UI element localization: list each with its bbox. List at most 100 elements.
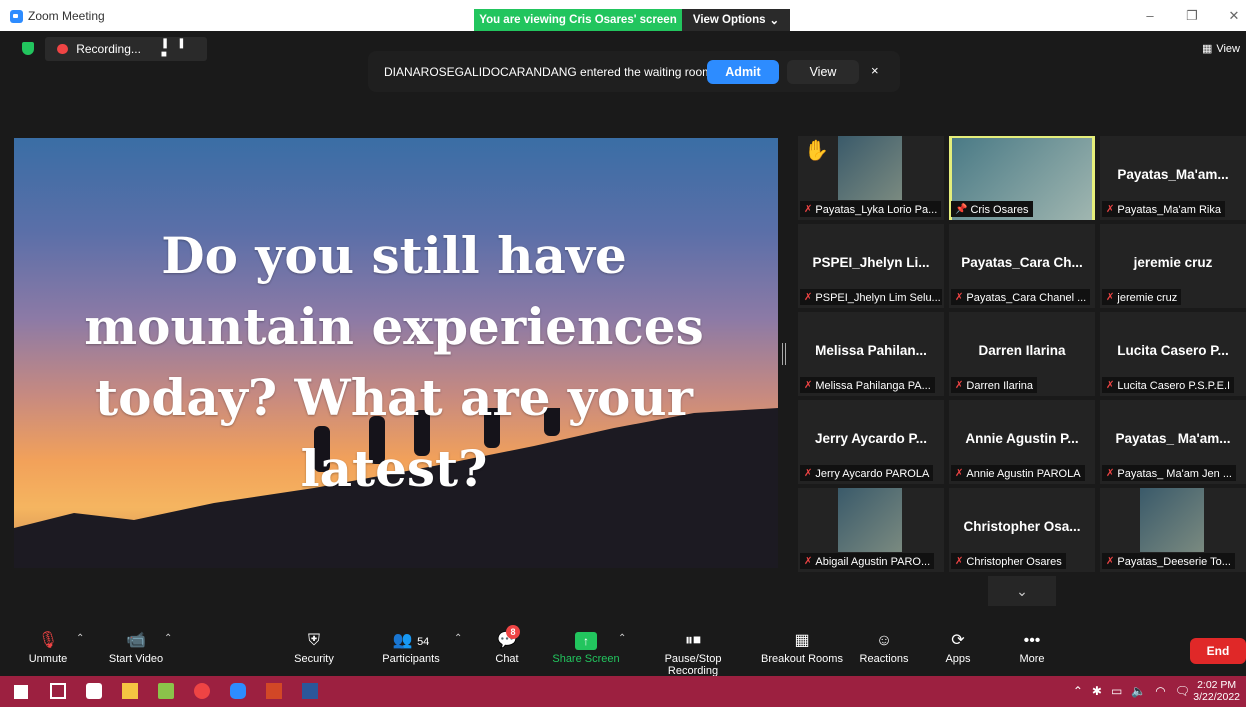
- show-hidden-icon[interactable]: ⌃: [1073, 684, 1083, 698]
- window-title: Zoom Meeting: [28, 9, 105, 23]
- participant-tile[interactable]: Payatas_ Ma'am... ✗ Payatas_ Ma'am Jen ...: [1100, 400, 1246, 484]
- file-explorer-icon[interactable]: [122, 683, 138, 699]
- participant-tile[interactable]: 📌 Cris Osares: [949, 136, 1095, 220]
- participant-video: [1140, 488, 1204, 552]
- participants-chevron-icon[interactable]: ⌃: [454, 633, 462, 644]
- apps-button[interactable]: ⟳ Apps: [942, 629, 974, 665]
- participant-name: Cris Osares: [970, 203, 1029, 216]
- participant-name: Jerry Aycardo PAROLA: [815, 467, 930, 480]
- participant-display-name: Payatas_Cara Ch...: [961, 255, 1083, 270]
- participant-tile[interactable]: Payatas_Ma'am... ✗ Payatas_Ma'am Rika: [1100, 136, 1246, 220]
- mic-muted-icon: ✗: [1106, 380, 1115, 391]
- mic-muted-icon: ✗: [955, 292, 964, 303]
- participants-icon: 👥 54: [392, 632, 430, 649]
- close-icon[interactable]: ×: [871, 63, 879, 78]
- mic-muted-icon: ✗: [804, 380, 813, 391]
- pause-stop-recording-button[interactable]: ⏸⏹ Pause/Stop Recording: [638, 629, 748, 677]
- participant-tile[interactable]: ✗ Abigail Agustin PARO...: [798, 488, 944, 572]
- volume-icon[interactable]: 🔈: [1131, 684, 1146, 698]
- participant-tile[interactable]: ✗ Payatas_Deeserie To...: [1100, 488, 1246, 572]
- minimize-icon[interactable]: –: [1140, 8, 1160, 23]
- restore-icon[interactable]: ❐: [1182, 8, 1202, 24]
- participant-tile[interactable]: Lucita Casero P... ✗ Lucita Casero P.S.P.E…: [1100, 312, 1246, 396]
- panel-resize-handle[interactable]: [782, 343, 786, 365]
- participant-tile[interactable]: Payatas_Cara Ch... ✗ Payatas_Cara Chanel .…: [949, 224, 1095, 308]
- reactions-icon: ☺: [875, 632, 893, 649]
- participant-tile[interactable]: Annie Agustin P... ✗ Annie Agustin PAROLA: [949, 400, 1095, 484]
- participant-tile[interactable]: Melissa Pahilan... ✗ Melissa Pahilanga PA.…: [798, 312, 944, 396]
- participant-name: Lucita Casero P.S.P.E.I: [1117, 379, 1231, 392]
- security-button[interactable]: ⛨ Security: [292, 629, 336, 665]
- audio-options-chevron-icon[interactable]: ⌃: [76, 633, 84, 644]
- gallery-scroll-down-button[interactable]: ⌄: [988, 576, 1056, 606]
- wifi-icon[interactable]: ◠: [1155, 684, 1165, 698]
- participant-display-name: Payatas_Ma'am...: [1117, 167, 1229, 182]
- participant-tile[interactable]: PSPEI_Jhelyn Li... ✗ PSPEI_Jhelyn Lim Selu…: [798, 224, 944, 308]
- participant-name: Payatas_Deeserie To...: [1117, 555, 1231, 568]
- breakout-rooms-button[interactable]: ▦ Breakout Rooms: [760, 629, 844, 665]
- view-options-button[interactable]: View Options ⌄: [682, 9, 790, 31]
- breakout-rooms-icon: ▦: [794, 632, 810, 649]
- reactions-button[interactable]: ☺ Reactions: [858, 629, 910, 665]
- participant-display-name: Annie Agustin P...: [965, 431, 1079, 446]
- photos-icon[interactable]: [158, 683, 174, 699]
- participant-label: ✗ Christopher Osares: [951, 553, 1066, 569]
- participant-display-name: Lucita Casero P...: [1117, 343, 1229, 358]
- recording-indicator: Recording... ❚❚ ■: [45, 37, 207, 61]
- view-label: View: [1216, 42, 1240, 55]
- chrome-icon[interactable]: [194, 683, 210, 699]
- admit-button[interactable]: Admit: [707, 60, 779, 84]
- participant-display-name: PSPEI_Jhelyn Li...: [812, 255, 930, 270]
- participant-name: Christopher Osares: [966, 555, 1062, 568]
- participant-tile[interactable]: Jerry Aycardo P... ✗ Jerry Aycardo PAROLA: [798, 400, 944, 484]
- video-options-chevron-icon[interactable]: ⌃: [164, 633, 172, 644]
- notification-icon[interactable]: 🗨: [1175, 684, 1190, 698]
- pause-stop-recording-label: Pause/Stop Recording: [664, 653, 722, 677]
- task-view-icon[interactable]: [50, 683, 66, 699]
- windows-start-icon[interactable]: [14, 685, 28, 699]
- mic-muted-icon: ✗: [804, 556, 813, 567]
- share-screen-button[interactable]: ↑ Share Screen: [552, 629, 620, 665]
- participant-tile[interactable]: Darren Ilarina ✗ Darren Ilarina: [949, 312, 1095, 396]
- view-button[interactable]: ▦ View: [1202, 42, 1240, 56]
- windows-taskbar: ⌃ ✱ ▭ 🔈 ◠ 🗨 2:02 PM 3/22/2022: [0, 676, 1246, 707]
- zoom-logo-icon: [10, 9, 23, 23]
- participant-label: ✗ PSPEI_Jhelyn Lim Selu...: [800, 289, 942, 305]
- bluetooth-icon[interactable]: ✱: [1092, 684, 1102, 698]
- participant-label: ✗ Abigail Agustin PARO...: [800, 553, 935, 569]
- close-window-icon[interactable]: ✕: [1224, 8, 1244, 24]
- participant-label: ✗ Payatas_Cara Chanel ...: [951, 289, 1091, 305]
- chat-button[interactable]: 💬 8 Chat: [490, 625, 524, 665]
- participant-tile[interactable]: ✋ ✗ Payatas_Lyka Lorio Pa...: [798, 136, 944, 220]
- powerpoint-icon[interactable]: [266, 683, 282, 699]
- shield-icon: ⛨: [307, 632, 320, 649]
- pause-stop-icons[interactable]: ❚❚ ■: [161, 38, 207, 60]
- chevron-down-icon: ⌄: [1016, 582, 1028, 599]
- mic-muted-icon: ✗: [804, 468, 813, 479]
- view-waiting-room-button[interactable]: View: [787, 60, 859, 84]
- word-icon[interactable]: [302, 683, 318, 699]
- participant-tile[interactable]: jeremie cruz ✗ jeremie cruz: [1100, 224, 1246, 308]
- participant-name: Annie Agustin PAROLA: [966, 467, 1081, 480]
- meeting-toolbar: 🎙 Unmute ⌃ 📹 Start Video ⌃ ⛨ Security 👥 …: [0, 621, 1246, 677]
- apps-label: Apps: [945, 653, 971, 665]
- participants-count: 54: [417, 636, 430, 648]
- participants-label: Participants: [382, 653, 440, 665]
- clock[interactable]: 2:02 PM 3/22/2022: [1193, 679, 1240, 703]
- apps-icon: ⟳: [951, 632, 965, 649]
- more-button[interactable]: ••• More: [1014, 629, 1050, 665]
- unmute-button[interactable]: 🎙 Unmute: [24, 629, 72, 665]
- participant-tile[interactable]: Christopher Osa... ✗ Christopher Osares: [949, 488, 1095, 572]
- participant-name: Payatas_Cara Chanel ...: [966, 291, 1087, 304]
- participant-display-name: Christopher Osa...: [963, 519, 1081, 534]
- start-video-label: Start Video: [108, 653, 164, 665]
- store-icon[interactable]: [86, 683, 102, 699]
- start-video-button[interactable]: 📹 Start Video: [104, 629, 168, 665]
- end-meeting-button[interactable]: End: [1190, 638, 1246, 664]
- participant-display-name: Payatas_ Ma'am...: [1115, 431, 1231, 446]
- encryption-shield-icon[interactable]: [22, 42, 34, 55]
- zoom-taskbar-icon[interactable]: [230, 683, 246, 699]
- participants-button[interactable]: 👥 54 Participants: [380, 629, 442, 665]
- share-options-chevron-icon[interactable]: ⌃: [618, 633, 626, 644]
- battery-icon[interactable]: ▭: [1111, 684, 1122, 698]
